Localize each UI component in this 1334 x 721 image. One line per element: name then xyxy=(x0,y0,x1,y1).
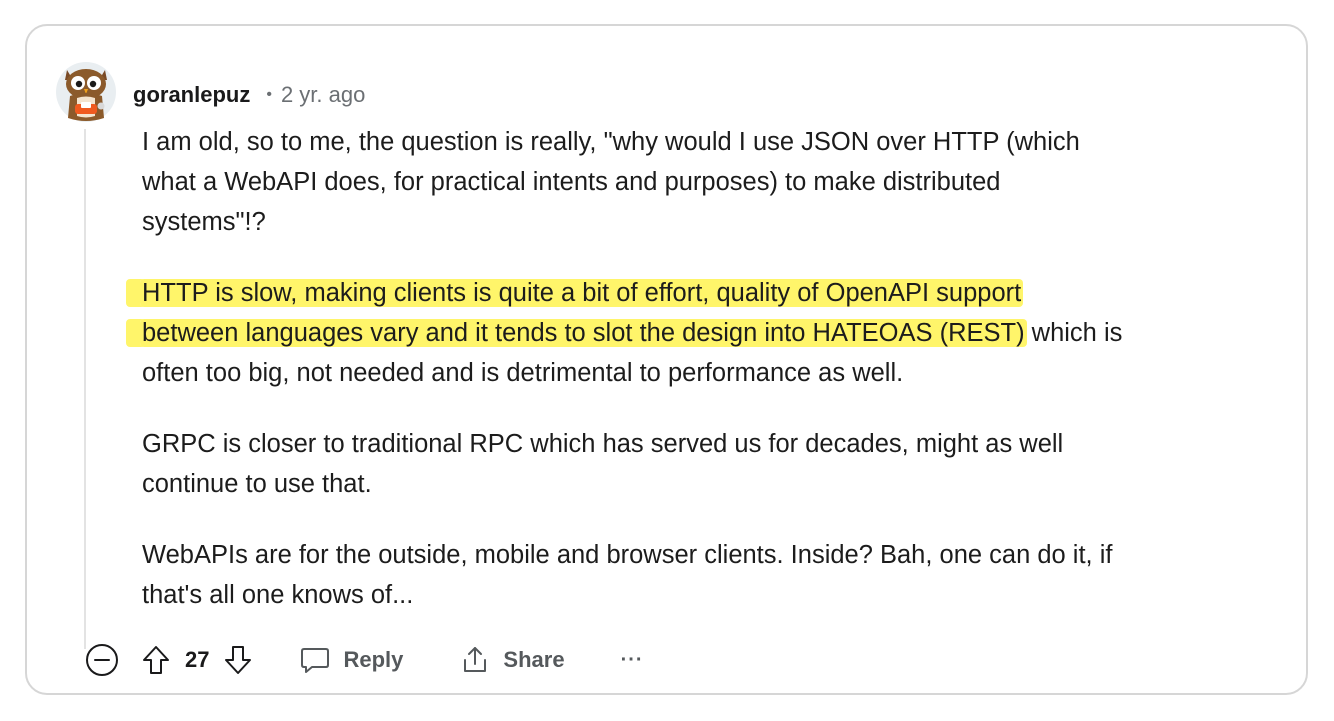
text-line: HTTP is slow, making clients is quite a … xyxy=(140,273,1282,313)
paragraph-4: WebAPIs are for the outside, mobile and … xyxy=(142,535,1282,615)
text-line: continue to use that. xyxy=(142,470,372,498)
separator-dot: • xyxy=(266,86,272,103)
text-line: WebAPIs are for the outside, mobile and … xyxy=(142,541,1113,569)
arrow-up-icon xyxy=(143,646,169,674)
arrow-down-icon xyxy=(225,646,252,674)
paragraph-3: GRPC is closer to traditional RPC which … xyxy=(142,424,1282,504)
more-options-button[interactable]: ··· xyxy=(621,649,644,672)
more-options-icon: ··· xyxy=(620,648,644,671)
highlighted-text: between languages vary and it tends to s… xyxy=(140,319,1027,347)
username[interactable]: goranlepuz xyxy=(133,82,250,108)
comment-meta: goranlepuz • 2 yr. ago xyxy=(133,78,365,112)
minus-circle-icon xyxy=(86,644,118,676)
paragraph-1: I am old, so to me, the question is real… xyxy=(142,122,1282,242)
collapse-button[interactable] xyxy=(85,643,119,677)
text-line: what a WebAPI does, for practical intent… xyxy=(142,168,1001,196)
thread-line[interactable] xyxy=(84,129,86,649)
avatar[interactable] xyxy=(55,56,117,124)
speech-bubble-icon xyxy=(301,648,330,673)
text-line: that's all one knows of... xyxy=(142,581,414,609)
text-line: systems"!? xyxy=(142,208,266,236)
text-line: often too big, not needed and is detrime… xyxy=(142,359,904,387)
reply-label: Reply xyxy=(343,647,404,672)
text-line: between languages vary and it tends to s… xyxy=(140,313,1282,353)
vote-count: 27 xyxy=(185,647,210,672)
owl-avatar-icon xyxy=(56,62,116,122)
upvote-button[interactable] xyxy=(141,644,171,676)
timestamp[interactable]: 2 yr. ago xyxy=(281,82,365,108)
downvote-button[interactable] xyxy=(223,644,253,676)
text-line: I am old, so to me, the question is real… xyxy=(142,128,1080,156)
share-button[interactable]: Share xyxy=(459,644,565,676)
share-label: Share xyxy=(503,647,565,672)
highlighted-text: HTTP is slow, making clients is quite a … xyxy=(140,279,1024,307)
share-upload-icon xyxy=(464,647,487,672)
comment-body: I am old, so to me, the question is real… xyxy=(140,122,1282,646)
paragraph-2: HTTP is slow, making clients is quite a … xyxy=(140,273,1282,393)
reply-button[interactable]: Reply xyxy=(299,644,403,676)
text-line: GRPC is closer to traditional RPC which … xyxy=(142,430,1064,458)
plain-text: which is xyxy=(1024,319,1123,347)
comment-actions: 27 Reply Share ··· xyxy=(85,638,644,682)
comment-card: goranlepuz • 2 yr. ago I am old, so to m… xyxy=(25,24,1308,695)
